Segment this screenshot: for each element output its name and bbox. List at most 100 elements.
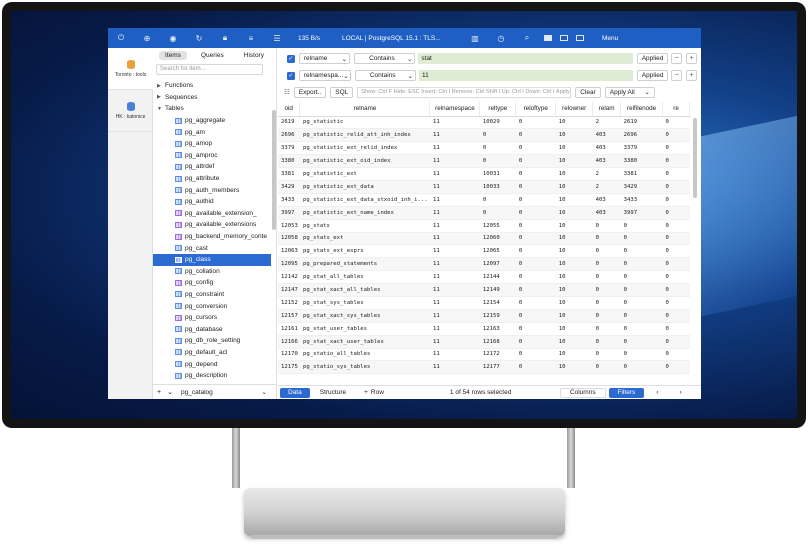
- table-cell[interactable]: 10: [555, 219, 593, 233]
- table-cell[interactable]: 0: [479, 154, 516, 169]
- table-cell[interactable]: 12177: [479, 360, 516, 375]
- filter-enabled-checkbox[interactable]: ✓: [287, 71, 295, 80]
- tree-item-table[interactable]: pg_aggregate: [153, 115, 271, 127]
- table-cell[interactable]: pg_statio_sys_tables: [299, 360, 430, 375]
- table-cell[interactable]: 0: [479, 128, 516, 143]
- column-header[interactable]: oid: [278, 102, 301, 117]
- column-header[interactable]: relfilenode: [620, 102, 664, 117]
- table-cell[interactable]: 3997: [620, 206, 663, 220]
- table-cell[interactable]: 11: [429, 116, 480, 130]
- table-cell[interactable]: 3433: [620, 193, 663, 207]
- filter-enabled-checkbox[interactable]: ✓: [287, 54, 295, 63]
- next-page-icon[interactable]: ›: [670, 388, 690, 398]
- table-cell[interactable]: 0: [662, 116, 690, 130]
- column-header[interactable]: relnamespace: [429, 102, 481, 117]
- table-cell[interactable]: pg_statistic_ext_data_stxoid_inh_i...: [299, 193, 430, 207]
- table-row[interactable]: 12058 pg_stats_ext 11 12060 0 10 0 0 0: [278, 232, 690, 246]
- table-cell[interactable]: 12097: [479, 257, 516, 272]
- table-cell[interactable]: 403: [592, 154, 621, 169]
- table-cell[interactable]: 10: [555, 180, 593, 194]
- tab-structure[interactable]: Structure: [312, 388, 354, 398]
- table-cell[interactable]: 12058: [278, 232, 300, 246]
- table-cell[interactable]: 0: [592, 360, 621, 375]
- remove-filter-button[interactable]: −: [671, 53, 683, 64]
- table-cell[interactable]: 12154: [479, 296, 516, 310]
- table-cell[interactable]: pg_stat_sys_tables: [299, 296, 430, 310]
- table-cell[interactable]: 2619: [278, 116, 300, 130]
- table-cell[interactable]: 0: [479, 206, 516, 220]
- table-cell[interactable]: 0: [515, 167, 556, 181]
- table-row[interactable]: 3997 pg_statistic_ext_name_index 11 0 0 10 403…: [278, 206, 690, 220]
- table-cell[interactable]: 3429: [278, 180, 300, 194]
- table-cell[interactable]: 12149: [479, 283, 516, 297]
- table-cell[interactable]: 0: [620, 219, 663, 233]
- layout-bottom-panel-icon[interactable]: [560, 35, 568, 41]
- table-cell[interactable]: 0: [662, 244, 690, 259]
- table-cell[interactable]: 0: [620, 283, 663, 297]
- table-cell[interactable]: 12175: [278, 360, 300, 375]
- table-cell[interactable]: pg_stat_xact_user_tables: [299, 335, 430, 349]
- table-cell[interactable]: 12166: [278, 335, 300, 349]
- table-cell[interactable]: 12147: [278, 283, 300, 297]
- table-cell[interactable]: pg_statistic_relid_att_inh_index: [299, 128, 430, 143]
- column-header[interactable]: re: [662, 102, 690, 117]
- filter-value-input[interactable]: stat: [418, 53, 633, 64]
- table-cell[interactable]: 0: [662, 206, 690, 220]
- table-cell[interactable]: 10: [555, 335, 593, 349]
- table-cell[interactable]: 12142: [278, 270, 300, 285]
- table-cell[interactable]: 3379: [278, 141, 300, 156]
- table-cell[interactable]: 2619: [620, 116, 663, 130]
- table-row[interactable]: 3433 pg_statistic_ext_data_stxoid_inh_i..…: [278, 193, 690, 207]
- table-cell[interactable]: pg_stat_all_tables: [299, 270, 430, 285]
- menu-button[interactable]: Menu: [602, 35, 618, 42]
- tree-item-table[interactable]: pg_class: [153, 253, 271, 266]
- table-cell[interactable]: 0: [515, 180, 556, 194]
- add-icon[interactable]: +: [157, 389, 161, 396]
- table-cell[interactable]: 12168: [479, 335, 516, 349]
- table-cell[interactable]: 11: [429, 154, 480, 169]
- table-cell[interactable]: 0: [515, 309, 556, 323]
- tree-item-table[interactable]: pg_conversion: [153, 300, 271, 312]
- table-cell[interactable]: 11: [429, 219, 480, 233]
- table-cell[interactable]: 403: [592, 193, 621, 207]
- table-cell[interactable]: 11: [429, 141, 480, 156]
- table-cell[interactable]: 0: [515, 296, 556, 310]
- table-cell[interactable]: 0: [620, 322, 663, 336]
- table-cell[interactable]: 2: [592, 167, 621, 181]
- tree-group-functions[interactable]: ▶ Functions: [153, 80, 271, 92]
- table-cell[interactable]: 12060: [479, 232, 516, 246]
- table-row[interactable]: 2619 pg_statistic 11 10029 0 10 2 2619 0: [278, 116, 690, 130]
- filter-toggle-icon[interactable]: ☷: [284, 88, 290, 96]
- table-cell[interactable]: 10: [555, 244, 593, 259]
- database-icon[interactable]: ≡: [238, 28, 264, 48]
- table-cell[interactable]: 12163: [479, 322, 516, 336]
- table-cell[interactable]: 3380: [278, 154, 300, 169]
- table-cell[interactable]: 10: [555, 232, 593, 246]
- table-cell[interactable]: 403: [592, 128, 621, 143]
- table-cell[interactable]: 0: [515, 270, 556, 285]
- tree-item-table[interactable]: pg_amop: [153, 138, 271, 150]
- table-cell[interactable]: 0: [620, 309, 663, 323]
- tree-item-table[interactable]: pg_am: [153, 126, 271, 138]
- table-row[interactable]: 12152 pg_stat_sys_tables 11 12154 0 10 0 0 0: [278, 296, 690, 310]
- table-cell[interactable]: 0: [515, 193, 556, 207]
- table-cell[interactable]: 0: [662, 128, 690, 143]
- table-cell[interactable]: 0: [515, 322, 556, 336]
- table-cell[interactable]: 0: [620, 232, 663, 246]
- table-cell[interactable]: 11: [429, 348, 480, 362]
- table-cell[interactable]: pg_statistic_ext_data: [299, 180, 430, 194]
- table-cell[interactable]: 10033: [479, 180, 516, 194]
- filter-column-select[interactable]: relname ⌄: [298, 53, 351, 64]
- table-row[interactable]: 12053 pg_stats 11 12055 0 10 0 0 0: [278, 219, 690, 233]
- table-row[interactable]: 12166 pg_stat_xact_user_tables 11 12168 0 10 0…: [278, 335, 690, 349]
- table-cell[interactable]: 11: [429, 180, 480, 194]
- table-cell[interactable]: 10: [555, 154, 593, 169]
- table-cell[interactable]: 0: [620, 360, 663, 375]
- table-cell[interactable]: 12053: [278, 219, 300, 233]
- columns-button[interactable]: Columns: [559, 387, 606, 398]
- table-cell[interactable]: 0: [515, 244, 556, 259]
- table-cell[interactable]: 0: [515, 232, 556, 246]
- table-cell[interactable]: 0: [662, 141, 690, 156]
- history-icon[interactable]: ◷: [488, 28, 514, 48]
- table-cell[interactable]: 12161: [278, 322, 300, 336]
